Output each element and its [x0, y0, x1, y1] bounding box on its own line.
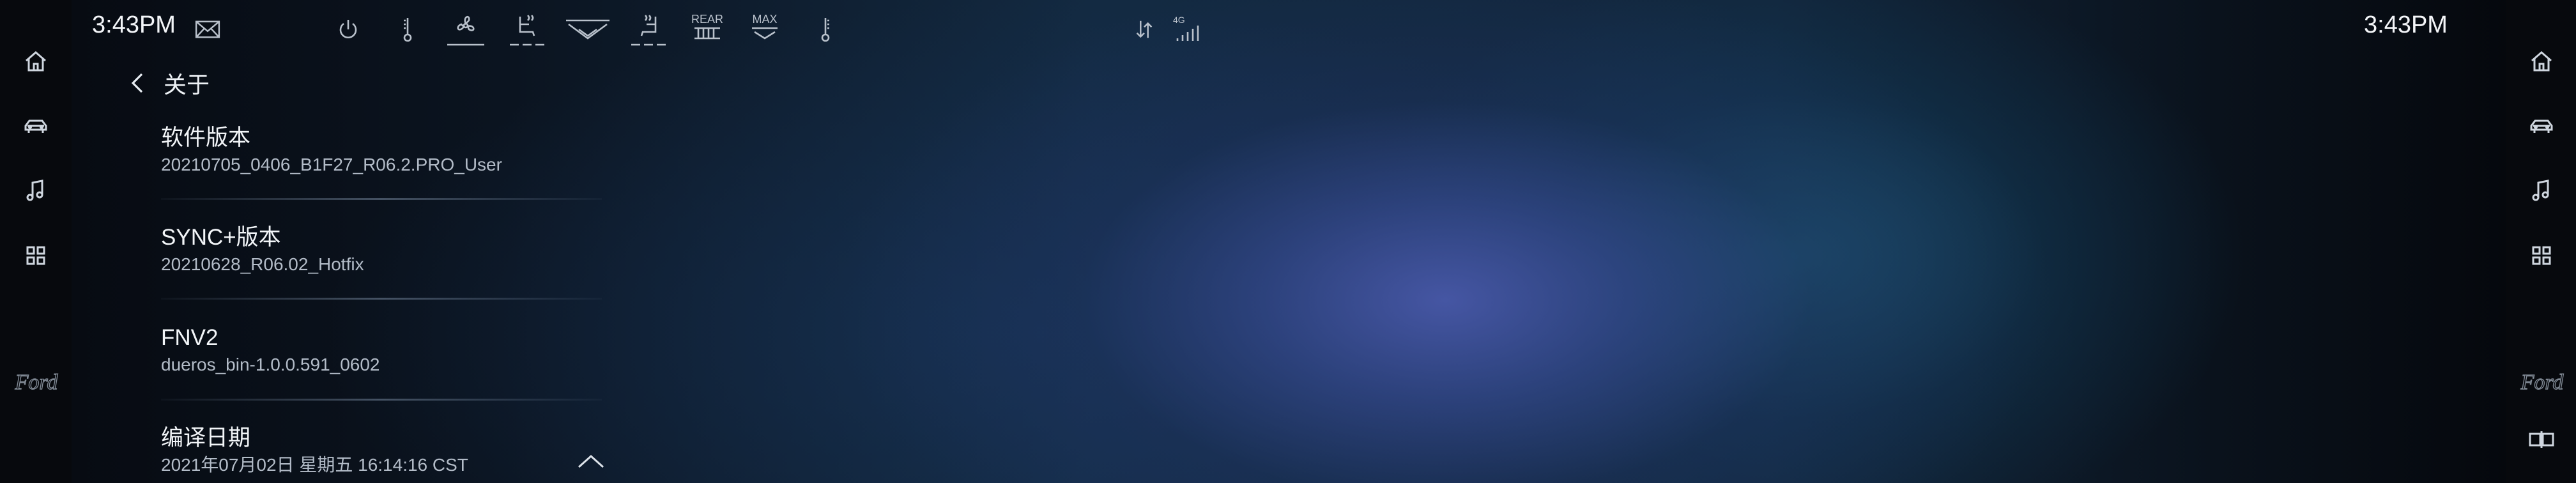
divider: [161, 298, 602, 300]
chevron-up-icon: [578, 454, 604, 468]
list-item-build-date: 编译日期 2021年07月02日 星期五 16:14:16 CST: [161, 424, 602, 477]
car-icon[interactable]: [17, 107, 55, 146]
temperature-icon[interactable]: [395, 10, 420, 49]
list-item-sync-version: SYNC+版本 20210628_R06.02_Hotfix: [161, 224, 602, 276]
home-icon[interactable]: [2522, 42, 2561, 80]
item-value: 2021年07月02日 星期五 16:14:16 CST: [161, 455, 468, 475]
item-title: SYNC+版本: [161, 225, 281, 250]
item-title: 编译日期: [161, 425, 251, 450]
rear-defrost-label: REAR: [691, 13, 723, 26]
chevron-left-icon[interactable]: [128, 70, 147, 96]
cellular-signal-icon: 4G: [1170, 10, 1202, 49]
power-icon[interactable]: [332, 10, 364, 49]
apps-grid-icon[interactable]: [2522, 236, 2561, 275]
item-title: FNV2: [161, 325, 218, 350]
max-defrost-button[interactable]: MAX: [742, 8, 787, 46]
page-title: 关于: [164, 72, 210, 98]
fan-icon[interactable]: [443, 10, 488, 49]
list-item-fnv2: FNV2 dueros_bin-1.0.0.591_0602: [161, 324, 602, 376]
svg-text:Ford: Ford: [2520, 371, 2564, 394]
home-icon[interactable]: [17, 42, 55, 80]
network-type-label: 4G: [1173, 15, 1185, 25]
split-screen-icon[interactable]: [2522, 420, 2561, 459]
mail-icon[interactable]: [192, 10, 224, 49]
music-note-icon[interactable]: [2522, 171, 2561, 210]
apps-grid-icon[interactable]: [17, 236, 55, 275]
clock-right: 3:43PM: [2364, 12, 2448, 38]
defrost-front-icon[interactable]: [562, 10, 613, 49]
car-icon[interactable]: [2522, 107, 2561, 146]
clock-left: 3:43PM: [92, 12, 176, 38]
rear-defrost-button[interactable]: REAR: [685, 8, 730, 46]
item-value: 20210628_R06.02_Hotfix: [161, 254, 364, 274]
temperature-passenger-icon[interactable]: [813, 10, 838, 49]
ford-logo: Ford: [10, 364, 63, 402]
ford-logo: Ford: [2516, 364, 2568, 402]
left-nav-rail: Ford: [0, 0, 72, 483]
back-header[interactable]: 关于: [128, 64, 210, 102]
list-item-software-version: 软件版本 20210705_0406_B1F27_R06.2.PRO_User: [161, 124, 602, 176]
divider: [161, 198, 602, 200]
svg-text:Ford: Ford: [15, 371, 59, 394]
item-value: 20210705_0406_B1F27_R06.2.PRO_User: [161, 155, 502, 174]
item-title: 软件版本: [161, 125, 251, 150]
seat-heat-driver-icon[interactable]: [505, 10, 549, 49]
right-nav-rail: Ford: [2506, 0, 2576, 483]
data-transfer-icon: [1128, 10, 1160, 49]
music-note-icon[interactable]: [17, 171, 55, 210]
scroll-up-button[interactable]: [575, 448, 607, 474]
seat-heat-passenger-icon[interactable]: [626, 10, 671, 49]
divider: [161, 399, 602, 401]
item-value: dueros_bin-1.0.0.591_0602: [161, 355, 380, 374]
max-defrost-label: MAX: [752, 13, 778, 26]
